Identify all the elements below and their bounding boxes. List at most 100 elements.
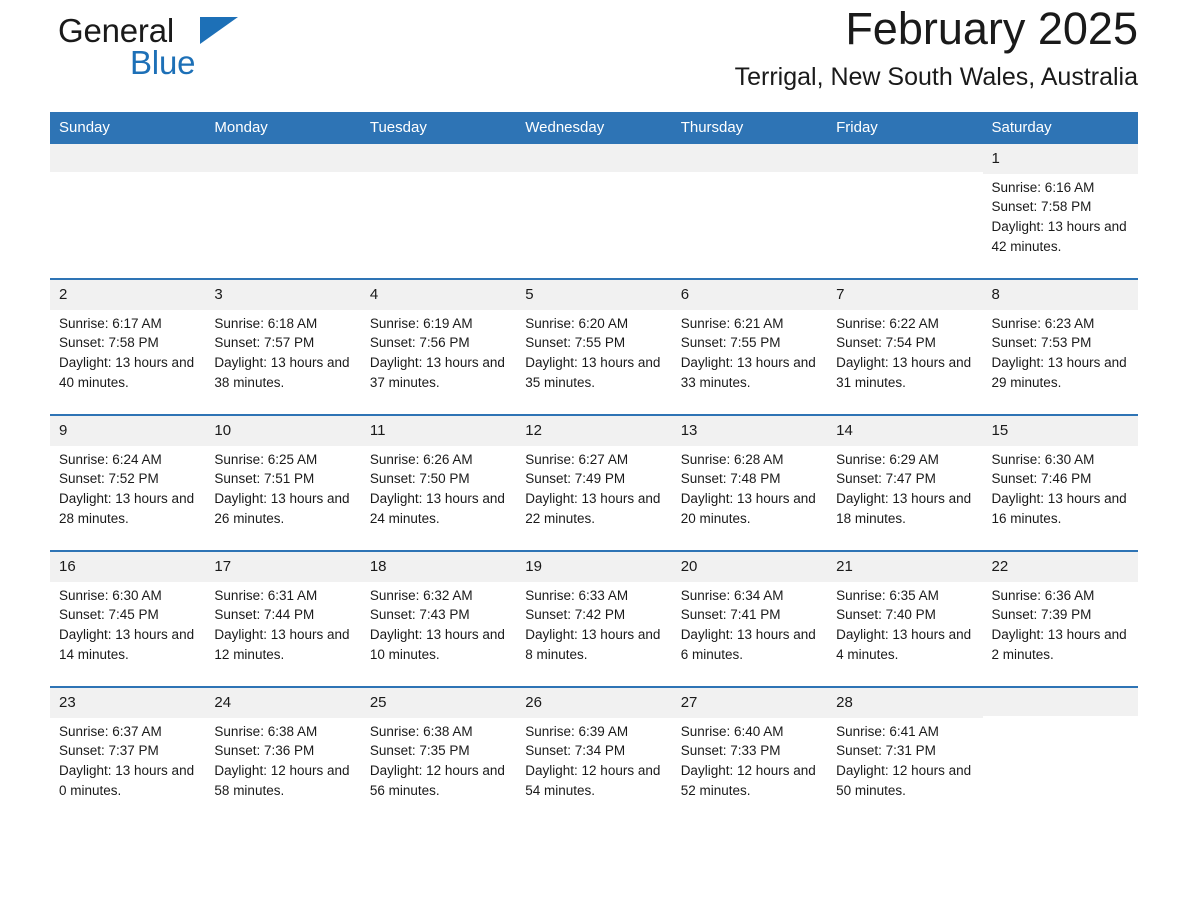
calendar-day-cell[interactable]: 27 Sunrise: 6:40 AM Sunset: 7:33 PM Dayligh… [671,686,828,823]
day-number [671,144,828,173]
calendar-day-cell[interactable]: 17 Sunrise: 6:31 AM Sunset: 7:44 PM Dayligh… [205,550,361,688]
daylight-duration: Daylight: 13 hours and 40 minutes. [59,355,195,391]
calendar-table: Sunday Monday Tuesday Wednesday Thursday… [50,112,1138,823]
general-blue-logo[interactable]: General Blue [50,10,250,86]
daylight-duration: Daylight: 13 hours and 2 minutes. [991,627,1127,663]
sunset-time: Sunset: 7:42 PM [525,607,626,623]
calendar-day-cell[interactable]: 14 Sunrise: 6:29 AM Sunset: 7:47 PM Dayligh… [827,414,983,552]
sunrise-time: Sunrise: 6:20 AM [525,315,629,331]
logo-text-blue: Blue [130,44,196,81]
calendar-day-cell[interactable]: 6 Sunrise: 6:21 AM Sunset: 7:55 PM Daylight… [671,278,828,416]
daylight-duration: Daylight: 13 hours and 4 minutes. [836,627,972,663]
sunset-time: Sunset: 7:36 PM [214,743,315,759]
calendar-day-cell[interactable]: 5 Sunrise: 6:20 AM Sunset: 7:55 PM Daylight… [516,278,672,416]
sunrise-time: Sunrise: 6:30 AM [59,587,162,603]
calendar-day-cell[interactable]: 3 Sunrise: 6:18 AM Sunset: 7:57 PM Daylight… [205,278,361,416]
calendar-day-cell[interactable]: 21 Sunrise: 6:35 AM Sunset: 7:40 PM Dayligh… [827,550,983,688]
calendar-day-cell[interactable]: 1 Sunrise: 6:16 AM Sunset: 7:58 PM Daylight… [982,144,1138,280]
day-details: Sunrise: 6:16 AM Sunset: 7:58 PM Daylight:… [983,174,1138,257]
sunset-time: Sunset: 7:37 PM [59,743,159,759]
calendar-day-cell[interactable]: 7 Sunrise: 6:22 AM Sunset: 7:54 PM Daylight… [827,278,983,416]
calendar-day-cell[interactable]: 26 Sunrise: 6:39 AM Sunset: 7:34 PM Dayligh… [516,686,672,823]
daylight-duration: Daylight: 13 hours and 38 minutes. [214,355,350,391]
day-number: 7 [827,280,983,310]
sunset-time: Sunset: 7:46 PM [991,471,1092,487]
calendar-week-row: 23 Sunrise: 6:37 AM Sunset: 7:37 PM Dayligh… [50,686,1138,823]
calendar-week-row: 1 Sunrise: 6:16 AM Sunset: 7:58 PM Daylight… [50,144,1138,280]
sunset-time: Sunset: 7:44 PM [214,607,315,623]
sunrise-time: Sunrise: 6:16 AM [991,179,1095,195]
calendar-day-cell[interactable]: 8 Sunrise: 6:23 AM Sunset: 7:53 PM Daylight… [982,278,1138,416]
sunrise-time: Sunrise: 6:21 AM [680,315,784,331]
calendar-day-cell-empty [827,144,983,280]
sunrise-time: Sunrise: 6:26 AM [369,451,473,467]
day-details: Sunrise: 6:35 AM Sunset: 7:40 PM Daylight:… [827,582,982,665]
day-number: 2 [50,280,206,310]
weekday-header-wednesday: Wednesday [516,112,672,145]
calendar-day-cell[interactable]: 9 Sunrise: 6:24 AM Sunset: 7:52 PM Daylight… [50,414,206,552]
calendar-day-cell[interactable]: 16 Sunrise: 6:30 AM Sunset: 7:45 PM Dayligh… [50,550,206,688]
day-number: 4 [360,280,517,310]
calendar-day-cell[interactable]: 18 Sunrise: 6:32 AM Sunset: 7:43 PM Dayligh… [360,550,517,688]
day-details: Sunrise: 6:27 AM Sunset: 7:49 PM Daylight:… [516,446,671,529]
day-number: 13 [671,416,828,446]
daylight-duration: Daylight: 13 hours and 24 minutes. [369,491,505,527]
day-number: 25 [360,688,517,718]
daylight-duration: Daylight: 12 hours and 54 minutes. [525,763,661,799]
day-number: 15 [982,416,1138,446]
logo-text-general: General [58,12,175,49]
day-details: Sunrise: 6:18 AM Sunset: 7:57 PM Daylight:… [205,310,360,393]
sunset-time: Sunset: 7:43 PM [369,607,470,623]
calendar-page: General Blue February 2025 Terrigal, New… [0,0,1188,918]
day-details: Sunrise: 6:38 AM Sunset: 7:35 PM Daylight:… [361,718,516,801]
calendar-day-cell[interactable]: 25 Sunrise: 6:38 AM Sunset: 7:35 PM Dayligh… [360,686,517,823]
sunset-time: Sunset: 7:47 PM [836,471,936,487]
sunset-time: Sunset: 7:48 PM [680,471,781,487]
calendar-day-cell[interactable]: 2 Sunrise: 6:17 AM Sunset: 7:58 PM Daylight… [50,278,206,416]
calendar-day-cell[interactable]: 15 Sunrise: 6:30 AM Sunset: 7:46 PM Dayligh… [982,414,1138,552]
sunrise-time: Sunrise: 6:38 AM [214,723,318,739]
daylight-duration: Daylight: 12 hours and 58 minutes. [214,763,350,799]
day-number: 9 [50,416,206,446]
day-number [50,144,206,173]
sunrise-time: Sunrise: 6:31 AM [214,587,318,603]
calendar-day-cell[interactable]: 24 Sunrise: 6:38 AM Sunset: 7:36 PM Dayligh… [205,686,361,823]
daylight-duration: Daylight: 13 hours and 35 minutes. [525,355,661,391]
calendar-body: 1 Sunrise: 6:16 AM Sunset: 7:58 PM Daylight… [50,144,1138,823]
sunset-time: Sunset: 7:31 PM [836,743,936,759]
calendar-day-cell[interactable]: 23 Sunrise: 6:37 AM Sunset: 7:37 PM Dayligh… [50,686,206,823]
day-details: Sunrise: 6:33 AM Sunset: 7:42 PM Daylight:… [516,582,671,665]
daylight-duration: Daylight: 13 hours and 8 minutes. [525,627,661,663]
day-number: 19 [516,552,672,582]
day-details: Sunrise: 6:30 AM Sunset: 7:46 PM Daylight:… [983,446,1138,529]
calendar-day-cell[interactable]: 28 Sunrise: 6:41 AM Sunset: 7:31 PM Dayligh… [827,686,983,823]
sunrise-time: Sunrise: 6:30 AM [991,451,1095,467]
calendar-day-cell[interactable]: 12 Sunrise: 6:27 AM Sunset: 7:49 PM Dayligh… [516,414,672,552]
sunset-time: Sunset: 7:55 PM [680,335,781,351]
day-number: 8 [982,280,1138,310]
day-details: Sunrise: 6:26 AM Sunset: 7:50 PM Daylight:… [361,446,516,529]
calendar-day-cell[interactable]: 20 Sunrise: 6:34 AM Sunset: 7:41 PM Dayligh… [671,550,828,688]
calendar-day-cell[interactable]: 19 Sunrise: 6:33 AM Sunset: 7:42 PM Dayligh… [516,550,672,688]
day-details: Sunrise: 6:31 AM Sunset: 7:44 PM Daylight:… [205,582,360,665]
day-details: Sunrise: 6:22 AM Sunset: 7:54 PM Daylight:… [827,310,982,393]
sunrise-time: Sunrise: 6:24 AM [59,451,162,467]
calendar-day-cell-empty [205,144,361,280]
daylight-duration: Daylight: 13 hours and 29 minutes. [991,355,1127,391]
calendar-week-row: 2 Sunrise: 6:17 AM Sunset: 7:58 PM Daylight… [50,278,1138,416]
daylight-duration: Daylight: 13 hours and 31 minutes. [836,355,972,391]
calendar-day-cell[interactable]: 13 Sunrise: 6:28 AM Sunset: 7:48 PM Dayligh… [671,414,828,552]
weekday-header-tuesday: Tuesday [360,112,517,145]
calendar-day-cell[interactable]: 22 Sunrise: 6:36 AM Sunset: 7:39 PM Dayligh… [982,550,1138,688]
day-details: Sunrise: 6:29 AM Sunset: 7:47 PM Daylight:… [827,446,982,529]
sunrise-time: Sunrise: 6:37 AM [59,723,162,739]
day-details: Sunrise: 6:20 AM Sunset: 7:55 PM Daylight:… [516,310,671,393]
page-title: February 2025 [845,3,1138,54]
calendar-day-cell[interactable]: 11 Sunrise: 6:26 AM Sunset: 7:50 PM Dayligh… [360,414,517,552]
sunrise-time: Sunrise: 6:32 AM [369,587,473,603]
calendar-day-cell-empty [982,686,1138,823]
calendar-day-cell[interactable]: 4 Sunrise: 6:19 AM Sunset: 7:56 PM Daylight… [360,278,517,416]
calendar-day-cell[interactable]: 10 Sunrise: 6:25 AM Sunset: 7:51 PM Dayligh… [205,414,361,552]
sunrise-time: Sunrise: 6:19 AM [369,315,473,331]
day-number [205,144,361,173]
